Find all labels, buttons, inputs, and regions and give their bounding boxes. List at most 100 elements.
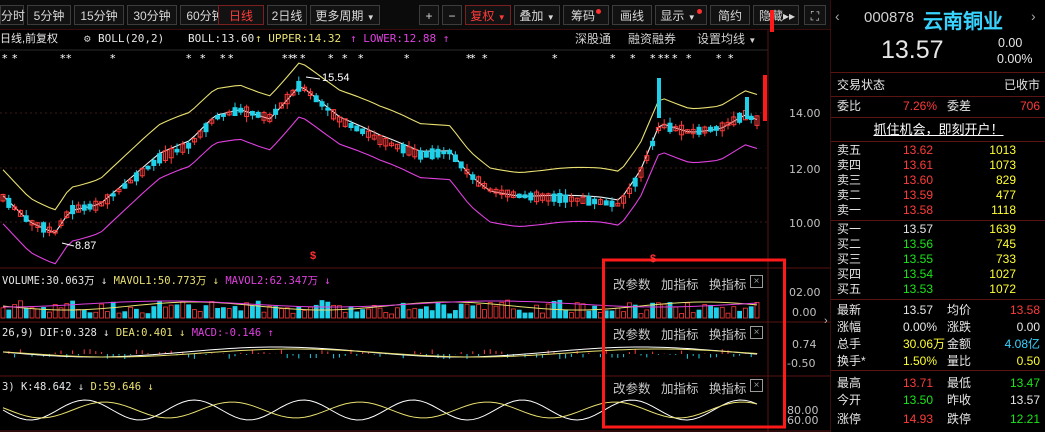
quote-panel: ‹ 000878 云南铜业 › 13.57 0.00 0.00% 交易状态 已收… <box>824 0 1045 432</box>
edit-params-button[interactable]: 改参数 <box>613 328 651 342</box>
stat-value: 0.00% <box>903 320 938 334</box>
edit-params-button[interactable]: 改参数 <box>613 382 651 396</box>
candle-body <box>23 215 29 222</box>
candle-body <box>557 192 563 203</box>
signal-star: * <box>664 52 670 65</box>
candle-body <box>748 115 754 120</box>
mavol2-value: MAVOL2:62.347万 <box>225 275 319 287</box>
candle-body <box>657 78 661 118</box>
volume-bar <box>93 311 99 319</box>
status-row: 交易状态 已收市 <box>831 77 1045 94</box>
volume-bar <box>267 305 273 319</box>
volume-bar <box>412 308 418 319</box>
down-arrow-icon: ↓ <box>147 381 154 393</box>
candle-body <box>145 165 151 170</box>
volume-bar <box>47 311 52 319</box>
volume-bar <box>29 307 35 319</box>
divider <box>831 299 1045 300</box>
candle-body <box>429 148 435 160</box>
low-price-label: 8.87 <box>75 240 97 252</box>
dif-value: DIF:0.328 <box>39 327 97 339</box>
stat-value: 0.00 <box>1016 320 1040 334</box>
macd-pane-tools: 改参数 加指标 换指标 <box>613 324 746 343</box>
candle-body <box>586 196 592 206</box>
add-indicator-button[interactable]: 加指标 <box>661 278 699 292</box>
stat-value: 14.93 <box>903 412 934 426</box>
candle-body <box>609 200 615 207</box>
volume-bar <box>493 305 499 319</box>
volume-bar <box>731 306 737 319</box>
volume-bar <box>598 311 603 319</box>
volume-bar <box>743 307 748 319</box>
volume-bar <box>569 312 574 319</box>
kdj-axis-label: 60.00 <box>787 414 819 427</box>
stat-value: 13.47 <box>1009 376 1040 390</box>
switch-indicator-button[interactable]: 换指标 <box>709 382 747 396</box>
close-icon[interactable]: × <box>750 379 763 392</box>
signal-star: * <box>12 52 18 65</box>
volume-bar <box>673 306 679 319</box>
volume-bar <box>679 313 684 319</box>
volume-bar <box>522 312 528 319</box>
candle-body <box>418 150 424 160</box>
stat-row: 涨幅 0.00% 涨跌 0.00 <box>831 319 1045 336</box>
switch-indicator-button[interactable]: 换指标 <box>709 328 747 342</box>
volume-bar <box>418 308 424 319</box>
candle-body <box>232 107 238 117</box>
signal-star: * <box>200 52 206 65</box>
volume-bar <box>58 307 64 319</box>
sell-volume: 1118 <box>991 203 1016 217</box>
volume-bar <box>342 311 348 319</box>
signal-star: * <box>300 52 306 65</box>
volume-bar <box>696 309 702 319</box>
volume-bar <box>505 299 511 319</box>
sell-row: 卖一 13.58 1118 <box>831 202 1045 219</box>
volume-bar <box>145 313 151 319</box>
dividend-marker[interactable]: $ <box>310 250 316 262</box>
candle-body <box>452 154 458 162</box>
volume-bar <box>162 306 168 319</box>
volume-bar <box>336 305 342 319</box>
stat-value: 13.57 <box>1009 393 1040 407</box>
volume-bar <box>284 307 290 319</box>
buy-row: 买五 13.53 1072 <box>831 281 1045 298</box>
k-value: K:48.642 <box>20 381 72 393</box>
sell-price: 13.58 <box>903 203 934 217</box>
indicator-lines <box>2 62 758 358</box>
signal-star: * <box>716 52 722 65</box>
down-arrow-icon: ↓ <box>324 275 331 287</box>
switch-indicator-button[interactable]: 换指标 <box>709 278 747 292</box>
divider <box>831 72 1045 73</box>
add-indicator-button[interactable]: 加指标 <box>661 328 699 342</box>
edit-params-button[interactable]: 改参数 <box>613 278 651 292</box>
close-icon[interactable]: × <box>750 326 763 339</box>
signal-star: * <box>686 52 692 65</box>
kline-chart[interactable]: * * * * * * * * * * ** * * * * * ** * * * * * * * * * * * <box>0 0 830 432</box>
volume-bar <box>64 303 70 319</box>
add-indicator-button[interactable]: 加指标 <box>661 382 699 396</box>
collapse-panel-icon[interactable]: › <box>824 315 828 327</box>
volume-bar <box>580 303 586 319</box>
volume-bar <box>528 312 534 319</box>
open-account-link[interactable]: 抓住机会，即刻开户！ <box>831 121 1045 138</box>
volume-bar <box>563 309 568 319</box>
dividend-marker[interactable]: $ <box>650 253 656 265</box>
volume-bar <box>516 309 522 319</box>
candle-body <box>157 153 163 164</box>
signal-star: * <box>328 52 334 65</box>
volume-bar <box>261 311 267 319</box>
candle-body <box>296 80 302 92</box>
volume-bar <box>52 304 58 319</box>
volume-bar <box>139 312 145 319</box>
stat-value: 12.21 <box>1009 412 1040 426</box>
volume-bar <box>105 311 110 319</box>
prev-stock-icon[interactable]: ‹ <box>835 8 840 24</box>
volume-bar <box>510 308 516 319</box>
candle-body <box>592 198 598 205</box>
next-stock-icon[interactable]: › <box>1031 8 1036 24</box>
close-icon[interactable]: × <box>750 275 763 288</box>
down-arrow-icon: ↓ <box>101 275 108 287</box>
volume-bar <box>423 306 429 319</box>
volume-bar <box>87 312 93 319</box>
volume-bar <box>621 311 626 319</box>
